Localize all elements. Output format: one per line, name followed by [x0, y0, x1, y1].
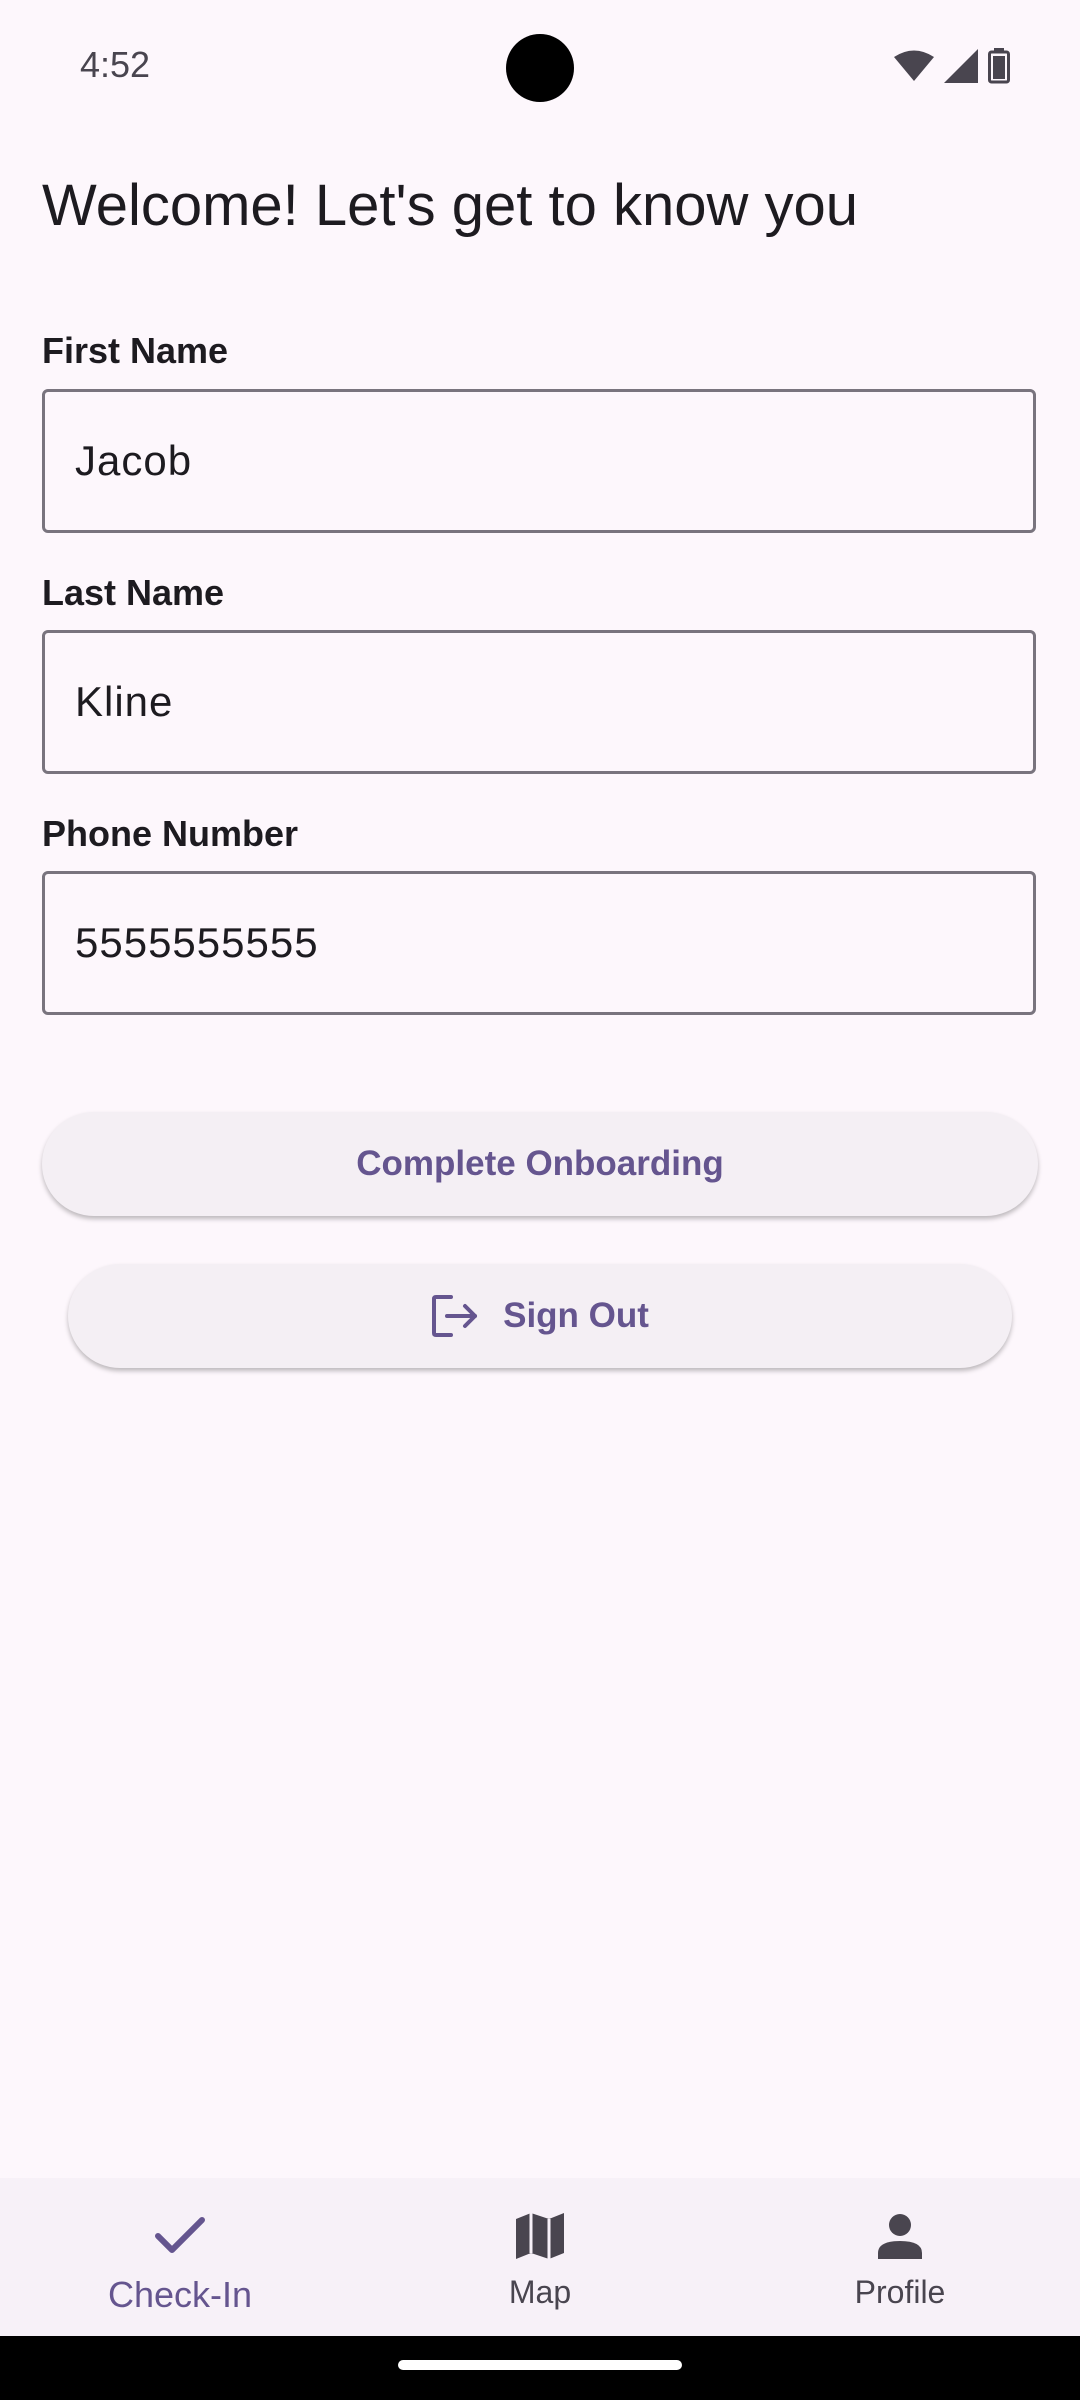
complete-onboarding-button[interactable]: Complete Onboarding [42, 1112, 1038, 1216]
page-title: Welcome! Let's get to know you [42, 173, 858, 238]
signal-icon [944, 49, 978, 83]
status-bar: 4:52 [0, 0, 1080, 130]
phone-number-field[interactable]: 5555555555 [42, 871, 1036, 1015]
last-name-field[interactable]: Kline [42, 630, 1036, 774]
complete-onboarding-label: Complete Onboarding [356, 1144, 724, 1183]
last-name-label: Last Name [42, 572, 225, 613]
map-icon [514, 2208, 566, 2264]
nav-label-profile: Profile [854, 2274, 946, 2310]
nav-item-map[interactable]: Map [360, 2178, 720, 2336]
first-name-label: First Name [42, 330, 229, 371]
status-time: 4:52 [80, 44, 151, 85]
gesture-bar [0, 2336, 1080, 2400]
sign-out-label: Sign Out [503, 1296, 649, 1335]
bottom-navigation: Check-In Map Profile [0, 2178, 1080, 2336]
logout-icon [432, 1295, 478, 1337]
nav-label-check-in: Check-In [107, 2274, 253, 2315]
nav-item-check-in[interactable]: Check-In [0, 2178, 360, 2336]
camera-cutout [506, 34, 574, 102]
nav-label-map: Map [508, 2274, 572, 2310]
home-handle[interactable] [398, 2360, 682, 2370]
first-name-field[interactable]: Jacob [42, 389, 1036, 533]
sign-out-button[interactable]: Sign Out [68, 1264, 1012, 1368]
status-icons [894, 48, 1010, 84]
battery-icon [988, 48, 1010, 84]
check-icon [154, 2208, 206, 2264]
person-icon [875, 2208, 925, 2264]
wifi-icon [894, 50, 934, 81]
phone-number-label: Phone Number [42, 813, 299, 854]
nav-item-profile[interactable]: Profile [720, 2178, 1080, 2336]
